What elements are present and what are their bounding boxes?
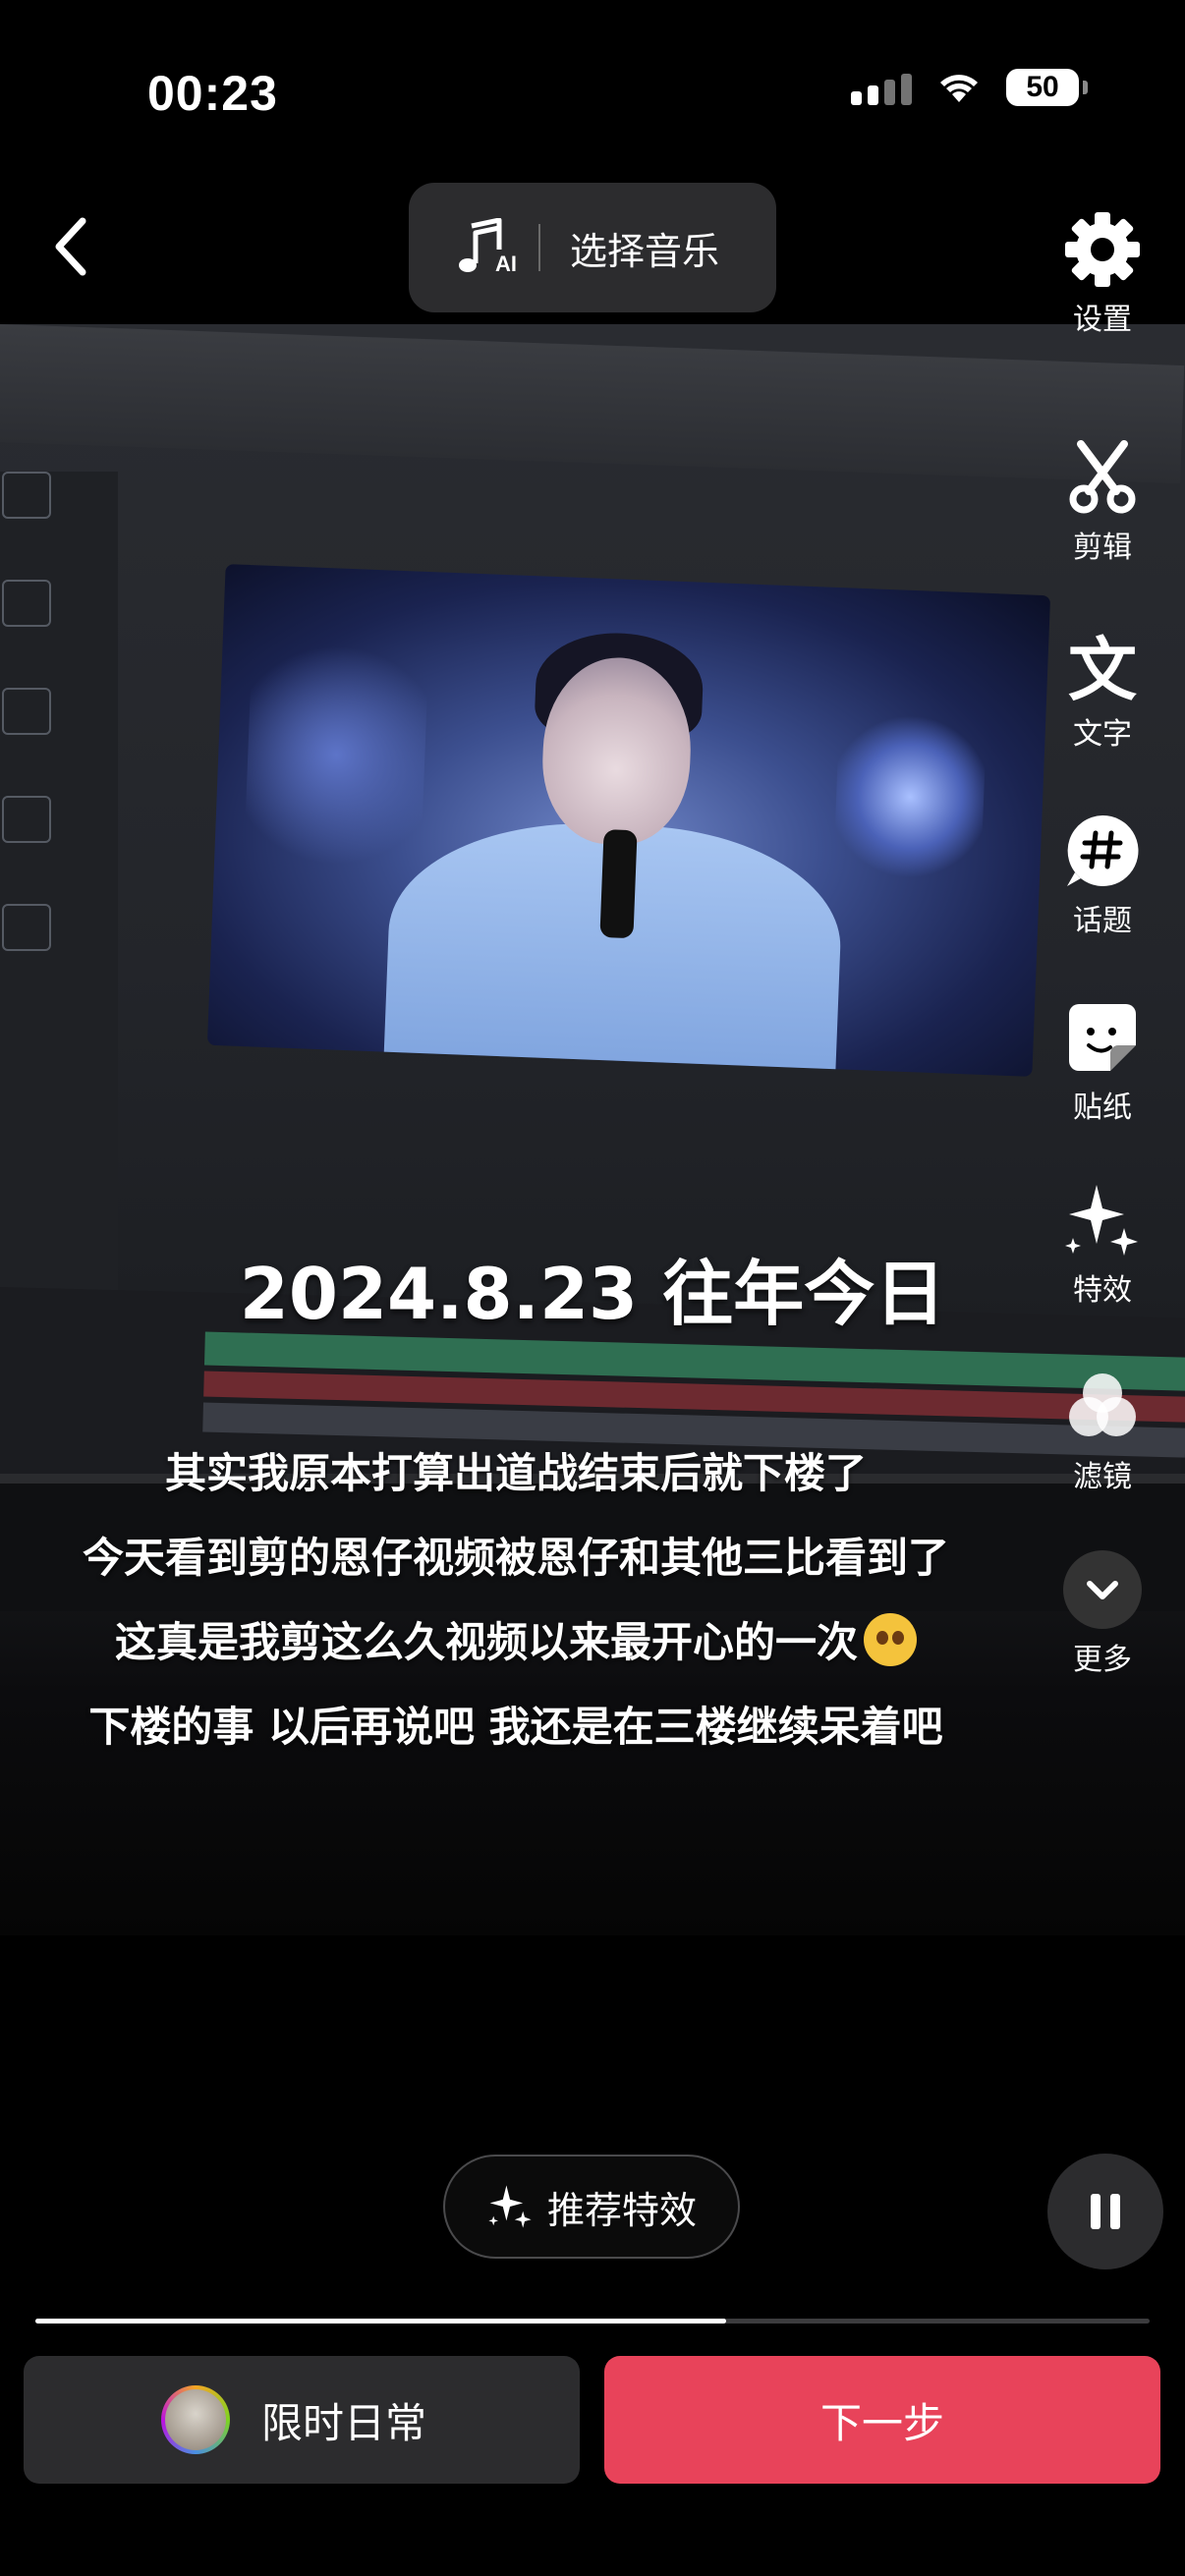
avatar — [161, 2385, 230, 2454]
pleading-face-emoji-icon — [864, 1613, 917, 1666]
limited-daily-button[interactable]: 限时日常 — [24, 2356, 580, 2484]
tool-effects-label: 特效 — [1073, 1273, 1132, 1308]
caption-line-3: 这真是我剪这么久视频以来最开心的一次 — [0, 1609, 1032, 1669]
tool-sticker-label: 贴纸 — [1073, 1091, 1132, 1125]
tool-sticker[interactable]: 贴纸 — [1051, 998, 1154, 1126]
tool-topic[interactable]: 话题 — [1051, 812, 1154, 939]
filter-icon — [1063, 1368, 1142, 1446]
pause-button[interactable] — [1047, 2154, 1163, 2269]
gear-icon — [1063, 210, 1142, 289]
tool-effects[interactable]: 特效 — [1051, 1181, 1154, 1309]
tool-more[interactable]: 更多 — [1051, 1550, 1154, 1678]
select-music-label: 选择音乐 — [570, 229, 720, 273]
sparkles-icon — [488, 2185, 532, 2228]
hashtag-icon — [1063, 812, 1142, 890]
tool-more-label: 更多 — [1073, 1643, 1132, 1677]
chevron-down-icon — [1063, 1550, 1142, 1629]
sparkles-icon — [1063, 1181, 1142, 1260]
tool-text[interactable]: 文 文字 — [1051, 625, 1154, 753]
back-arrow-icon[interactable] — [43, 211, 102, 282]
editor-side-panel — [0, 472, 118, 1356]
text-icon: 文 — [1068, 629, 1137, 710]
tool-edit-label: 剪辑 — [1073, 531, 1132, 565]
wifi-icon — [940, 75, 978, 102]
tool-filter-label: 滤镜 — [1073, 1460, 1132, 1494]
caption-line-4: 下楼的事 以后再说吧 我还是在三楼继续呆着吧 — [88, 1703, 943, 1751]
caption-line-2: 今天看到剪的恩仔视频被恩仔和其他三比看到了 — [82, 1534, 949, 1582]
tool-settings[interactable]: 设置 — [1051, 210, 1154, 338]
music-note-icon: AI — [456, 217, 517, 277]
tool-topic-label: 话题 — [1073, 904, 1132, 938]
tool-settings-label: 设置 — [1073, 303, 1132, 337]
select-music-button[interactable]: AI 选择音乐 — [409, 183, 776, 312]
sticker-icon — [1063, 998, 1142, 1077]
playback-progress-bar[interactable] — [35, 2319, 1150, 2324]
ai-badge: AI — [495, 252, 517, 276]
status-time: 00:23 — [147, 66, 278, 121]
overlay-title: 2024.8.23 往年今日 — [239, 1253, 946, 1335]
playback-progress-fill — [35, 2319, 727, 2324]
recommended-effects-button[interactable]: 推荐特效 — [443, 2155, 740, 2259]
tool-text-label: 文字 — [1073, 717, 1132, 752]
scissors-icon — [1063, 438, 1142, 517]
cellular-signal-icon — [851, 70, 912, 105]
status-icons: 50 — [851, 69, 1088, 106]
pause-icon — [1091, 2194, 1100, 2229]
battery-indicator: 50 — [1006, 69, 1088, 106]
tool-edit[interactable]: 剪辑 — [1051, 438, 1154, 566]
recommended-effects-label: 推荐特效 — [546, 2188, 697, 2232]
editor-menu-bar — [0, 324, 1185, 484]
caption-line-3-text: 这真是我剪这么久视频以来最开心的一次 — [114, 1618, 858, 1666]
caption-line-1: 其实我原本打算出道战结束后就下楼了 — [164, 1449, 867, 1497]
video-frame-image — [206, 564, 1051, 1077]
next-step-button[interactable]: 下一步 — [604, 2356, 1160, 2484]
limited-daily-label: 限时日常 — [261, 2398, 427, 2447]
tool-filter[interactable]: 滤镜 — [1051, 1368, 1154, 1495]
divider — [538, 224, 540, 271]
